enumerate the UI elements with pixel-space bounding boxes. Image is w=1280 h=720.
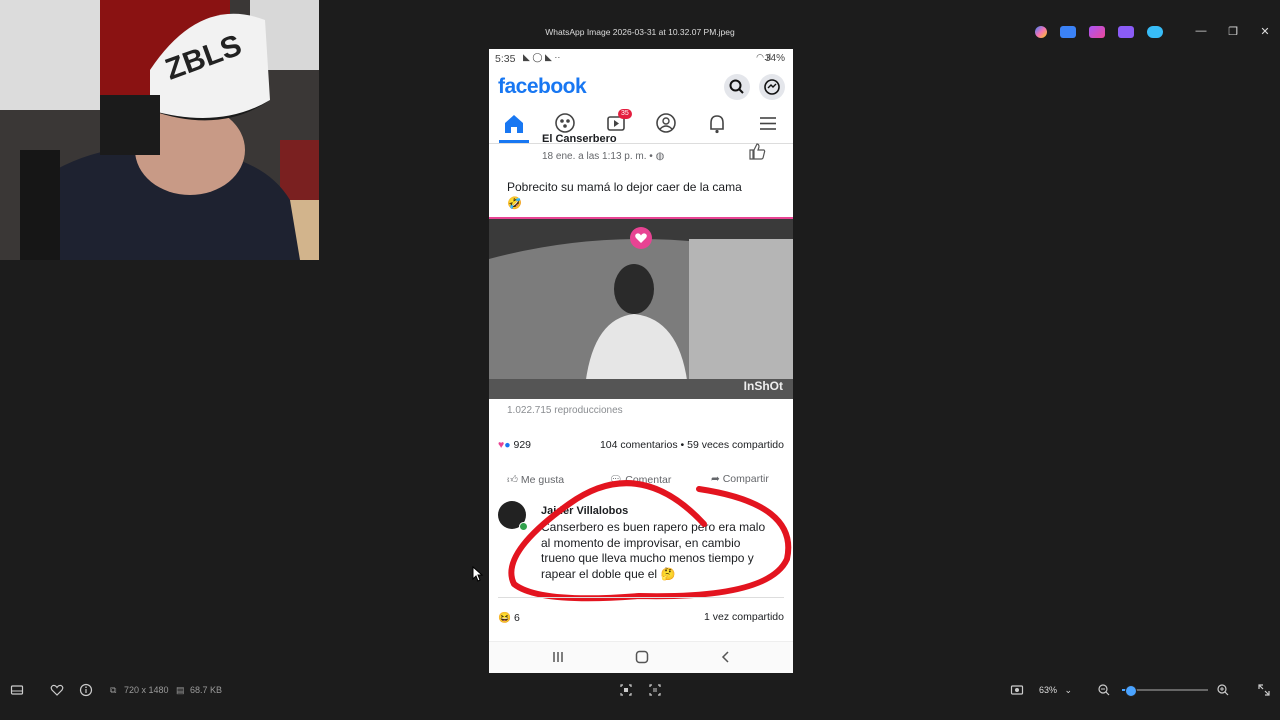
minimize-button[interactable]: — <box>1191 25 1211 37</box>
like-reaction-icon: ● <box>504 439 511 451</box>
nav-notifications-icon[interactable] <box>699 107 735 141</box>
laughing-emoji-icon: 🤣 <box>507 196 522 210</box>
phone-status-bar: 5:35 ◣ ◯ ◣ ·· ◠.ıl 34% <box>489 49 793 69</box>
close-button[interactable]: ✕ <box>1255 25 1275 38</box>
webcam-overlay: ZBLS <box>0 0 319 260</box>
fullscreen-icon[interactable] <box>1257 683 1271 697</box>
zoom-in-icon[interactable] <box>1216 683 1230 697</box>
scan-text-icon[interactable] <box>648 683 662 697</box>
status-time: 5:35 <box>495 53 516 65</box>
designer-icon[interactable] <box>1060 26 1076 38</box>
fit-to-screen-icon[interactable] <box>1010 683 1024 697</box>
clipchamp-icon[interactable] <box>1089 26 1105 38</box>
nav-profile-icon[interactable] <box>648 107 684 141</box>
heart-reaction-icon <box>630 227 652 249</box>
post-stats[interactable]: 104 comentarios • 59 veces compartido <box>600 439 784 451</box>
nav-active-indicator <box>499 140 529 143</box>
copilot-icon[interactable] <box>1035 26 1047 38</box>
phone-screenshot: 5:35 ◣ ◯ ◣ ·· ◠.ıl 34% facebook 35 El Ca… <box>489 49 793 673</box>
reactions-summary[interactable]: ♥● 929 <box>498 439 531 451</box>
chevron-down-icon: ⌄ <box>1064 685 1073 695</box>
haha-reaction-icon: 😆 <box>498 612 512 624</box>
back-button-icon[interactable] <box>719 650 733 669</box>
reactions-count: 929 <box>513 439 532 451</box>
red-circle-annotation <box>508 480 792 602</box>
messenger-icon[interactable] <box>759 74 785 100</box>
globe-icon: ◍ <box>655 151 665 162</box>
post-time: 18 ene. a las 1:13 p. m. • ◍ <box>542 151 665 162</box>
next-post-shares[interactable]: 1 vez compartido <box>704 611 784 623</box>
post-video[interactable]: InShOt <box>489 219 793 399</box>
status-battery: 34% <box>764 53 785 64</box>
video-badge: 35 <box>618 109 632 119</box>
maximize-button[interactable]: ❐ <box>1223 25 1243 38</box>
like-outline-icon[interactable] <box>747 141 767 166</box>
nav-menu-icon[interactable] <box>750 107 786 141</box>
photos-folder-icon[interactable] <box>1118 26 1134 38</box>
image-filesize: 68.7 KB <box>190 685 223 695</box>
post-author[interactable]: El Canserbero <box>542 133 617 145</box>
haha-reaction-summary[interactable]: 😆 6 <box>498 611 520 624</box>
app-icons-tray <box>1035 26 1163 38</box>
zoom-level-select[interactable]: 63% ⌄ <box>1039 685 1072 696</box>
filmstrip-icon[interactable] <box>10 683 24 697</box>
onedrive-icon[interactable] <box>1147 26 1163 38</box>
facebook-logo[interactable]: facebook <box>498 75 587 99</box>
facebook-header: facebook <box>489 69 793 107</box>
nav-home-icon[interactable] <box>496 107 532 141</box>
comment-divider <box>498 597 784 598</box>
filesize-icon: ▤ <box>176 685 185 695</box>
zoom-slider[interactable] <box>1122 685 1208 697</box>
info-icon[interactable] <box>79 683 93 697</box>
zoom-out-icon[interactable] <box>1097 683 1111 697</box>
facebook-nav-bar: 35 <box>489 107 793 144</box>
zoom-slider-thumb[interactable] <box>1125 685 1138 697</box>
video-watermark: InShOt <box>743 379 783 393</box>
search-icon[interactable] <box>724 74 750 100</box>
post-text: Pobrecito su mamá lo dejor caer de la ca… <box>507 180 742 210</box>
dimensions-icon: ⧉ <box>110 685 117 695</box>
android-nav-bar <box>489 641 793 673</box>
crop-icon[interactable] <box>619 683 633 697</box>
webcam-picture: ZBLS <box>0 0 319 260</box>
viewer-status-bar: ⧉ 720 x 1480 ▤ 68.7 KB 63% ⌄ <box>0 676 1280 704</box>
notification-icons: ◣ ◯ ◣ ·· <box>523 52 561 62</box>
recent-apps-icon[interactable] <box>551 650 565 669</box>
image-dimensions: 720 x 1480 <box>124 685 169 695</box>
mouse-cursor-icon <box>472 566 484 582</box>
favorite-heart-icon[interactable] <box>50 683 64 697</box>
video-views: 1.022.715 reproducciones <box>507 405 623 416</box>
home-button-icon[interactable] <box>634 649 650 670</box>
